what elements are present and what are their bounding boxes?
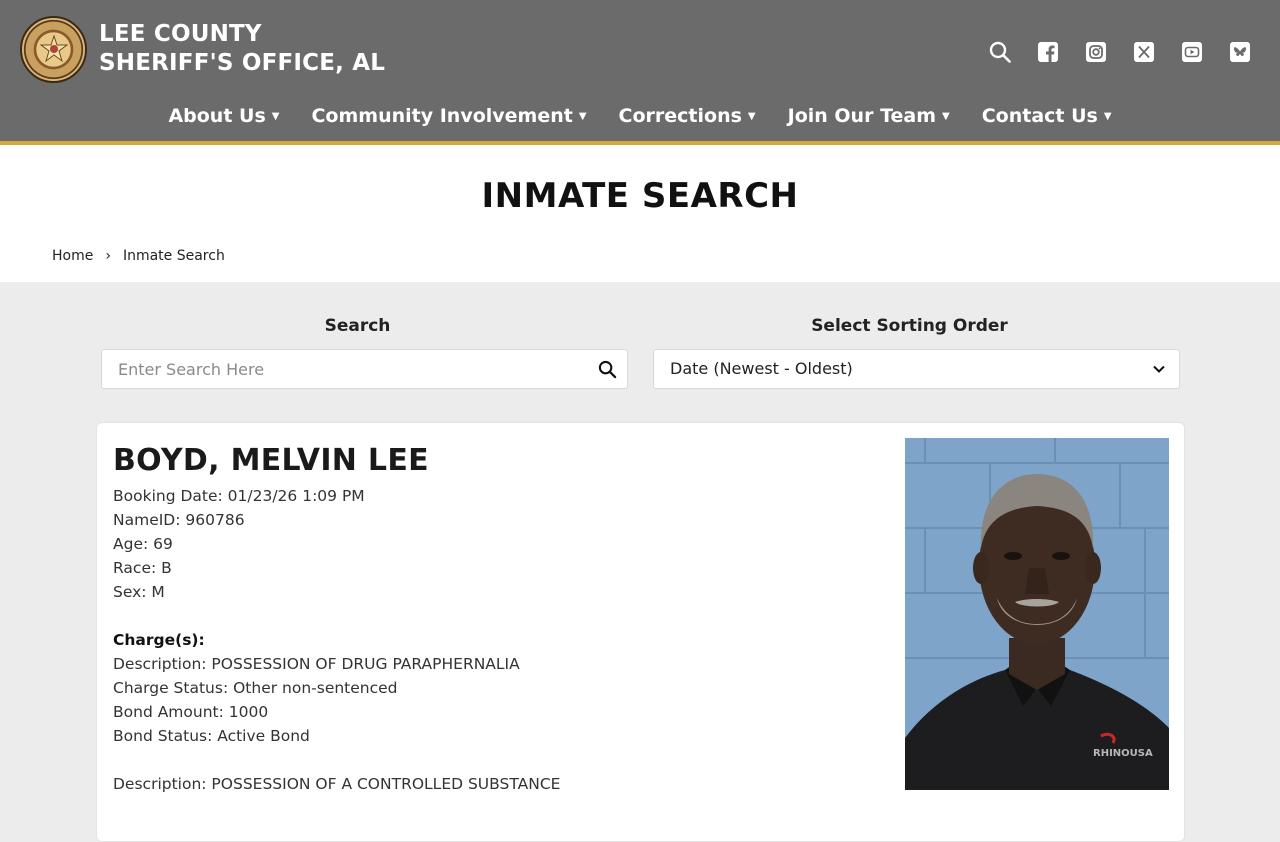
- sort-selected-value: Date (Newest - Oldest): [670, 359, 853, 378]
- nav-item-contact-us[interactable]: Contact Us ▼: [982, 105, 1112, 127]
- site-title-line2: SHERIFF'S OFFICE, AL: [99, 50, 386, 76]
- race: Race: B: [113, 559, 172, 577]
- nav-label: Community Involvement: [311, 105, 573, 127]
- main-nav: About Us ▼ Community Involvement ▼ Corre…: [0, 105, 1280, 127]
- breadcrumb-separator: ›: [105, 248, 111, 264]
- booking-date: Booking Date: 01/23/26 1:09 PM: [113, 487, 365, 505]
- caret-down-icon: ▼: [942, 110, 950, 122]
- chevron-down-icon: [1153, 365, 1165, 373]
- nav-label: Corrections: [618, 105, 742, 127]
- caret-down-icon: ▼: [747, 110, 756, 122]
- sex: Sex: M: [113, 583, 165, 601]
- search-input[interactable]: [102, 350, 562, 388]
- breadcrumb-home-link[interactable]: Home: [52, 248, 93, 264]
- page-title-band: INMATE SEARCH Home › Inmate Search: [0, 145, 1280, 282]
- charge-description: Description: POSSESSION OF A CONTROLLED …: [113, 775, 561, 793]
- sort-order-select[interactable]: Date (Newest - Oldest): [653, 349, 1180, 389]
- site-title[interactable]: LEE COUNTY SHERIFF'S OFFICE, AL: [99, 20, 385, 78]
- site-header: LEE COUNTY SHERIFF'S OFFICE, AL About Us…: [0, 0, 1280, 141]
- x-icon[interactable]: [1133, 41, 1155, 63]
- name-id: NameID: 960786: [113, 511, 245, 529]
- svg-text:RHINOUSA: RHINOUSA: [1093, 748, 1153, 759]
- search-icon[interactable]: [598, 360, 617, 379]
- nav-label: Contact Us: [981, 105, 1098, 127]
- bond-status: Bond Status: Active Bond: [113, 727, 310, 745]
- charges-heading: Charge(s):: [113, 631, 205, 649]
- nav-item-about-us[interactable]: About Us ▼: [168, 105, 279, 127]
- header-icon-bar: [989, 41, 1251, 63]
- nav-item-corrections[interactable]: Corrections ▼: [619, 105, 756, 127]
- caret-down-icon: ▼: [578, 110, 587, 122]
- instagram-icon[interactable]: [1085, 41, 1107, 63]
- inmate-mugshot: RHINOUSA: [905, 438, 1169, 790]
- page-title: INMATE SEARCH: [481, 176, 799, 216]
- bluesky-icon[interactable]: [1229, 41, 1251, 63]
- caret-down-icon: ▼: [1103, 110, 1112, 122]
- search-icon[interactable]: [989, 41, 1011, 63]
- breadcrumb: Home › Inmate Search: [52, 248, 225, 264]
- search-field: [101, 349, 628, 389]
- nav-item-community-involvement[interactable]: Community Involvement ▼: [311, 105, 586, 127]
- sort-label: Select Sorting Order: [811, 316, 1008, 336]
- nav-label: Join Our Team: [787, 105, 937, 127]
- caret-down-icon: ▼: [271, 110, 280, 122]
- facebook-icon[interactable]: [1037, 41, 1059, 63]
- age: Age: 69: [113, 535, 173, 553]
- inmate-details: Booking Date: 01/23/26 1:09 PM NameID: 9…: [113, 484, 560, 796]
- inmate-name: BOYD, MELVIN LEE: [113, 443, 429, 478]
- star-icon: [40, 35, 68, 63]
- bond-amount: Bond Amount: 1000: [113, 703, 269, 721]
- nav-label: About Us: [168, 105, 266, 127]
- charge-description: Description: POSSESSION OF DRUG PARAPHER…: [113, 655, 520, 673]
- sheriff-badge-logo[interactable]: [20, 16, 87, 83]
- inmate-card: BOYD, MELVIN LEE Booking Date: 01/23/26 …: [96, 422, 1185, 842]
- search-label: Search: [324, 316, 391, 336]
- nav-item-join-our-team[interactable]: Join Our Team ▼: [788, 105, 950, 127]
- youtube-icon[interactable]: [1181, 41, 1203, 63]
- site-title-line1: LEE COUNTY: [99, 21, 262, 47]
- charge-status: Charge Status: Other non-sentenced: [113, 679, 398, 697]
- breadcrumb-current: Inmate Search: [122, 248, 225, 264]
